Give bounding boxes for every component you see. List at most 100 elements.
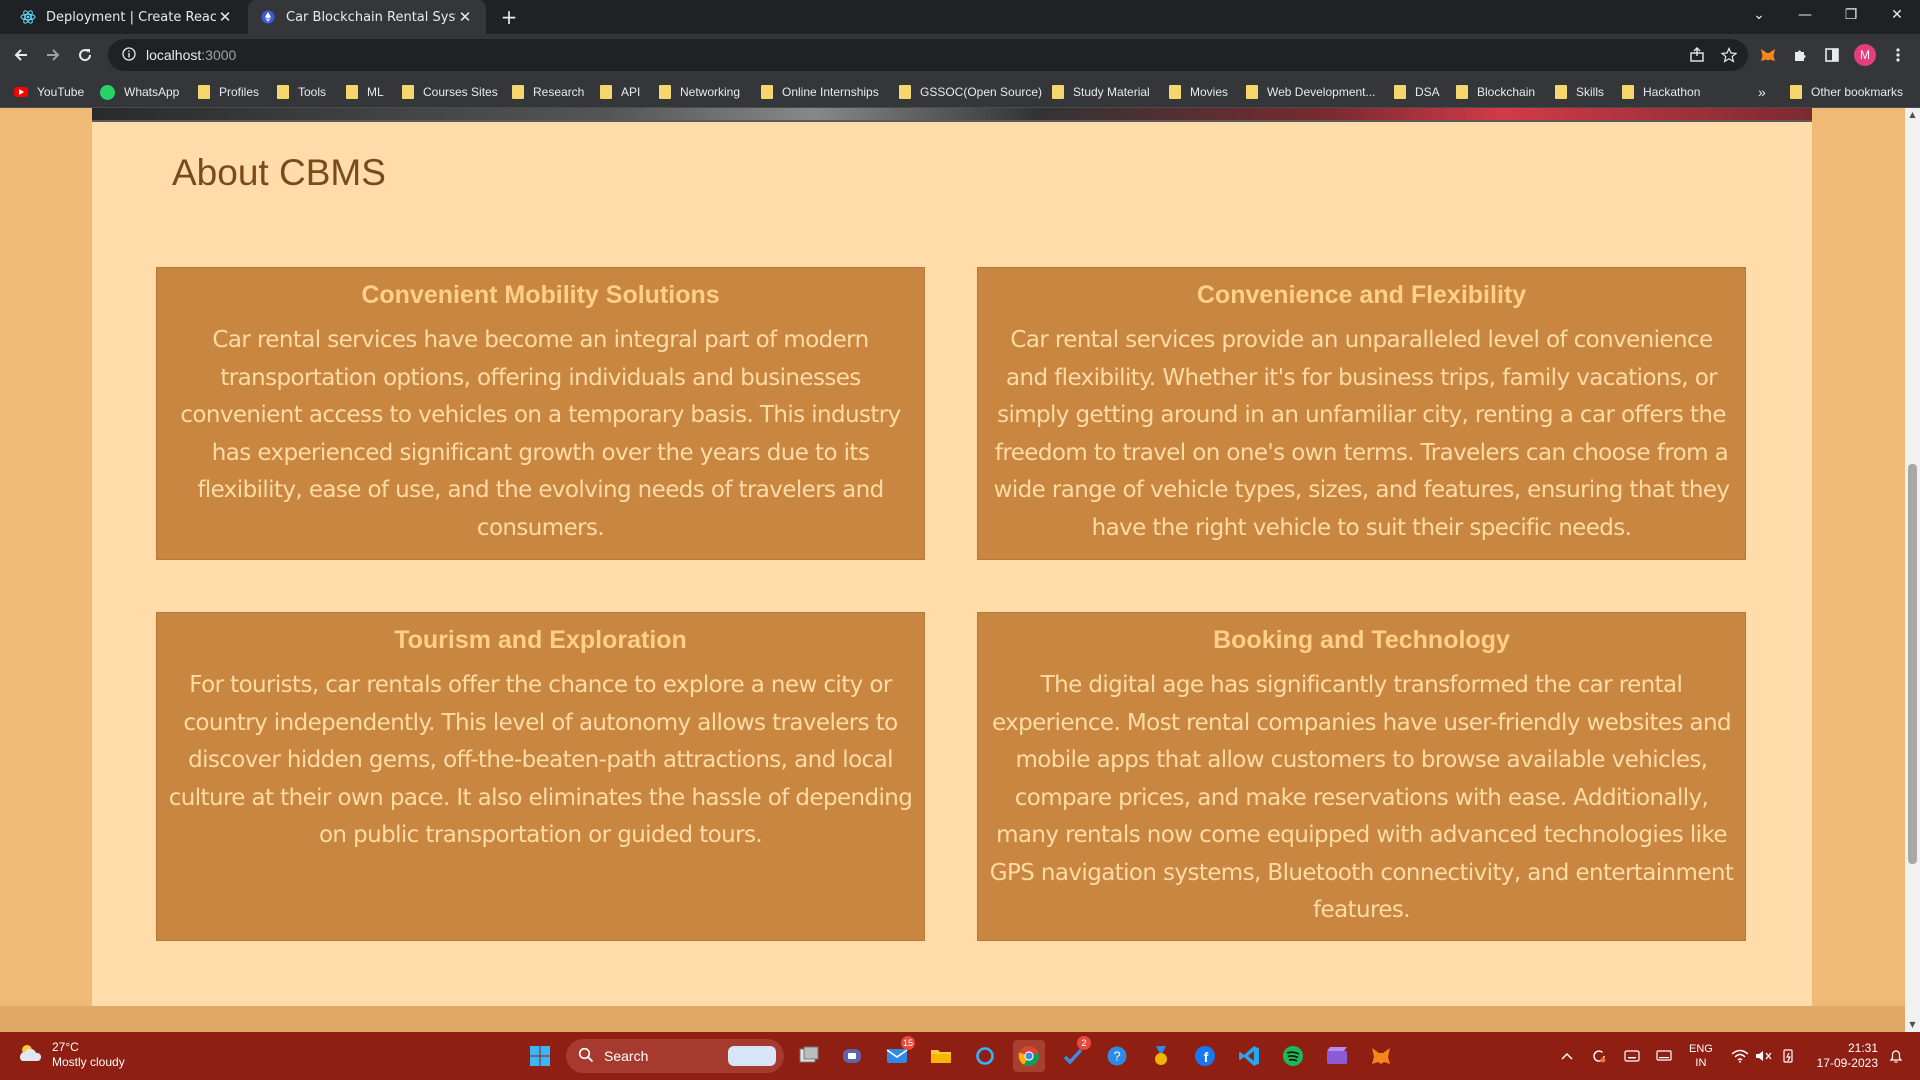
bookmark-ml[interactable]: ML <box>346 82 384 102</box>
card-body: The digital age has significantly transf… <box>989 672 1734 923</box>
bookmark-label: WhatsApp <box>124 85 180 99</box>
scroll-up-arrow-icon[interactable]: ▲ <box>1905 108 1920 122</box>
folder-icon <box>198 85 210 99</box>
bookmark-skills[interactable]: Skills <box>1555 82 1604 102</box>
bookmark-research[interactable]: Research <box>512 82 584 102</box>
bookmark-label: Courses Sites <box>423 85 498 99</box>
bookmark-star-icon[interactable] <box>1717 43 1741 67</box>
vscode-icon[interactable] <box>1233 1040 1265 1072</box>
minimize-icon[interactable]: — <box>1782 0 1828 30</box>
bookmark-label: Web Development... <box>1267 85 1376 99</box>
bookmark-web-development[interactable]: Web Development... <box>1246 82 1376 102</box>
card-title: Booking and Technology <box>1213 626 1510 654</box>
language-code: ENG <box>1689 1043 1713 1055</box>
task-view-icon[interactable] <box>793 1040 825 1072</box>
chrome-icon[interactable] <box>1013 1040 1045 1072</box>
keyboard-icon[interactable] <box>1624 1032 1640 1080</box>
react-icon <box>20 9 36 25</box>
metamask-extension-icon[interactable] <box>1756 43 1780 67</box>
rewards-medal-icon[interactable] <box>1145 1040 1177 1072</box>
cortana-icon[interactable] <box>969 1040 1001 1072</box>
search-icon <box>578 1047 594 1066</box>
display-icon[interactable] <box>1656 1032 1672 1080</box>
side-panel-icon[interactable] <box>1820 43 1844 67</box>
bookmark-blockchain[interactable]: Blockchain <box>1456 82 1535 102</box>
scrollbar-thumb[interactable] <box>1908 464 1917 864</box>
folder-icon <box>1394 85 1406 99</box>
address-bar[interactable]: localhost:3000 <box>108 39 1748 71</box>
sync-icon[interactable] <box>1591 1032 1607 1080</box>
about-heading: About CBMS <box>172 152 386 193</box>
bookmark-tools[interactable]: Tools <box>277 82 326 102</box>
browser-toolbar: localhost:3000 M <box>0 34 1920 76</box>
bookmark-movies[interactable]: Movies <box>1169 82 1228 102</box>
back-icon[interactable] <box>8 42 34 68</box>
bookmark-youtube[interactable]: YouTube <box>14 82 84 102</box>
bookmarks-overflow-chevron[interactable]: » <box>1758 82 1766 102</box>
bookmark-label: Movies <box>1190 85 1229 99</box>
page-scrollbar[interactable]: ▲ ▼ <box>1905 108 1920 1032</box>
footer-band <box>0 1006 1905 1032</box>
facebook-icon[interactable]: f <box>1189 1040 1221 1072</box>
teams-chat-icon[interactable] <box>836 1040 868 1072</box>
close-window-icon[interactable]: ✕ <box>1874 0 1920 30</box>
new-tab-button[interactable]: + <box>497 5 521 29</box>
mail-icon[interactable]: 15 <box>881 1036 915 1072</box>
bookmark-other-bookmarks[interactable]: Other bookmarks <box>1790 82 1903 102</box>
share-icon[interactable] <box>1685 43 1709 67</box>
reload-icon[interactable] <box>72 42 98 68</box>
tab-search-chevron-icon[interactable]: ⌄ <box>1736 0 1782 30</box>
site-info-icon[interactable] <box>122 46 136 65</box>
folder-icon <box>1246 85 1258 99</box>
tab-car-blockchain[interactable]: Car Blockchain Rental System ✕ <box>248 0 486 34</box>
bookmark-label: YouTube <box>37 85 85 99</box>
close-tab-icon[interactable]: ✕ <box>456 8 474 26</box>
bookmark-networking[interactable]: Networking <box>659 82 740 102</box>
bookmark-label: Networking <box>680 85 741 99</box>
windows-start-icon[interactable] <box>524 1040 556 1072</box>
tab-deployment[interactable]: Deployment | Create React App ✕ <box>8 0 246 34</box>
wifi-icon[interactable] <box>1731 1032 1749 1080</box>
bookmark-label: Hackathon <box>1643 85 1701 99</box>
file-explorer-icon[interactable] <box>925 1040 957 1072</box>
bookmark-profiles[interactable]: Profiles <box>198 82 259 102</box>
bookmark-gssoc[interactable]: GSSOC(Open Source) <box>899 82 1042 102</box>
video-editor-icon[interactable] <box>1321 1040 1353 1072</box>
bookmark-online-internships[interactable]: Online Internships <box>761 82 879 102</box>
language-indicator[interactable]: ENG IN <box>1689 1032 1713 1080</box>
folder-icon <box>899 85 911 99</box>
bookmark-courses-sites[interactable]: Courses Sites <box>402 82 498 102</box>
bookmark-dsa[interactable]: DSA <box>1394 82 1440 102</box>
metamask-taskbar-icon[interactable] <box>1365 1040 1397 1072</box>
show-hidden-icons-chevron[interactable] <box>1561 1032 1573 1080</box>
restore-icon[interactable]: ❐ <box>1828 0 1874 30</box>
forward-icon[interactable] <box>40 42 66 68</box>
bookmark-study-material[interactable]: Study Material <box>1052 82 1150 102</box>
notifications-bell-icon[interactable] <box>1888 1032 1904 1080</box>
volume-muted-icon[interactable] <box>1755 1032 1773 1080</box>
card-title: Tourism and Exploration <box>394 626 687 654</box>
youtube-icon <box>14 87 28 97</box>
ethereum-icon <box>260 9 276 25</box>
scroll-down-arrow-icon[interactable]: ▼ <box>1905 1018 1920 1032</box>
bookmark-api[interactable]: API <box>600 82 640 102</box>
chrome-menu-icon[interactable] <box>1886 43 1910 67</box>
extensions-puzzle-icon[interactable] <box>1788 43 1812 67</box>
close-tab-icon[interactable]: ✕ <box>216 8 234 26</box>
spotify-icon[interactable] <box>1277 1040 1309 1072</box>
help-icon[interactable]: ? <box>1101 1040 1133 1072</box>
taskbar-search[interactable]: Search <box>566 1039 784 1073</box>
region-code: IN <box>1695 1057 1707 1069</box>
weather-widget[interactable]: 27°C Mostly cloudy <box>16 1040 125 1070</box>
info-card-booking: Booking and Technology The digital age h… <box>977 612 1746 941</box>
bookmark-label: Other bookmarks <box>1811 85 1904 99</box>
profile-initial: M <box>1854 44 1876 66</box>
todo-icon[interactable]: 2 <box>1057 1036 1091 1072</box>
bookmark-hackathon[interactable]: Hackathon <box>1622 82 1700 102</box>
profile-avatar[interactable]: M <box>1853 43 1877 67</box>
battery-icon[interactable] <box>1781 1032 1797 1080</box>
svg-text:?: ? <box>1113 1049 1120 1064</box>
folder-icon <box>402 85 414 99</box>
bookmark-whatsapp[interactable]: WhatsApp <box>100 82 179 102</box>
system-clock[interactable]: 21:31 17-09-2023 <box>1812 1041 1878 1071</box>
